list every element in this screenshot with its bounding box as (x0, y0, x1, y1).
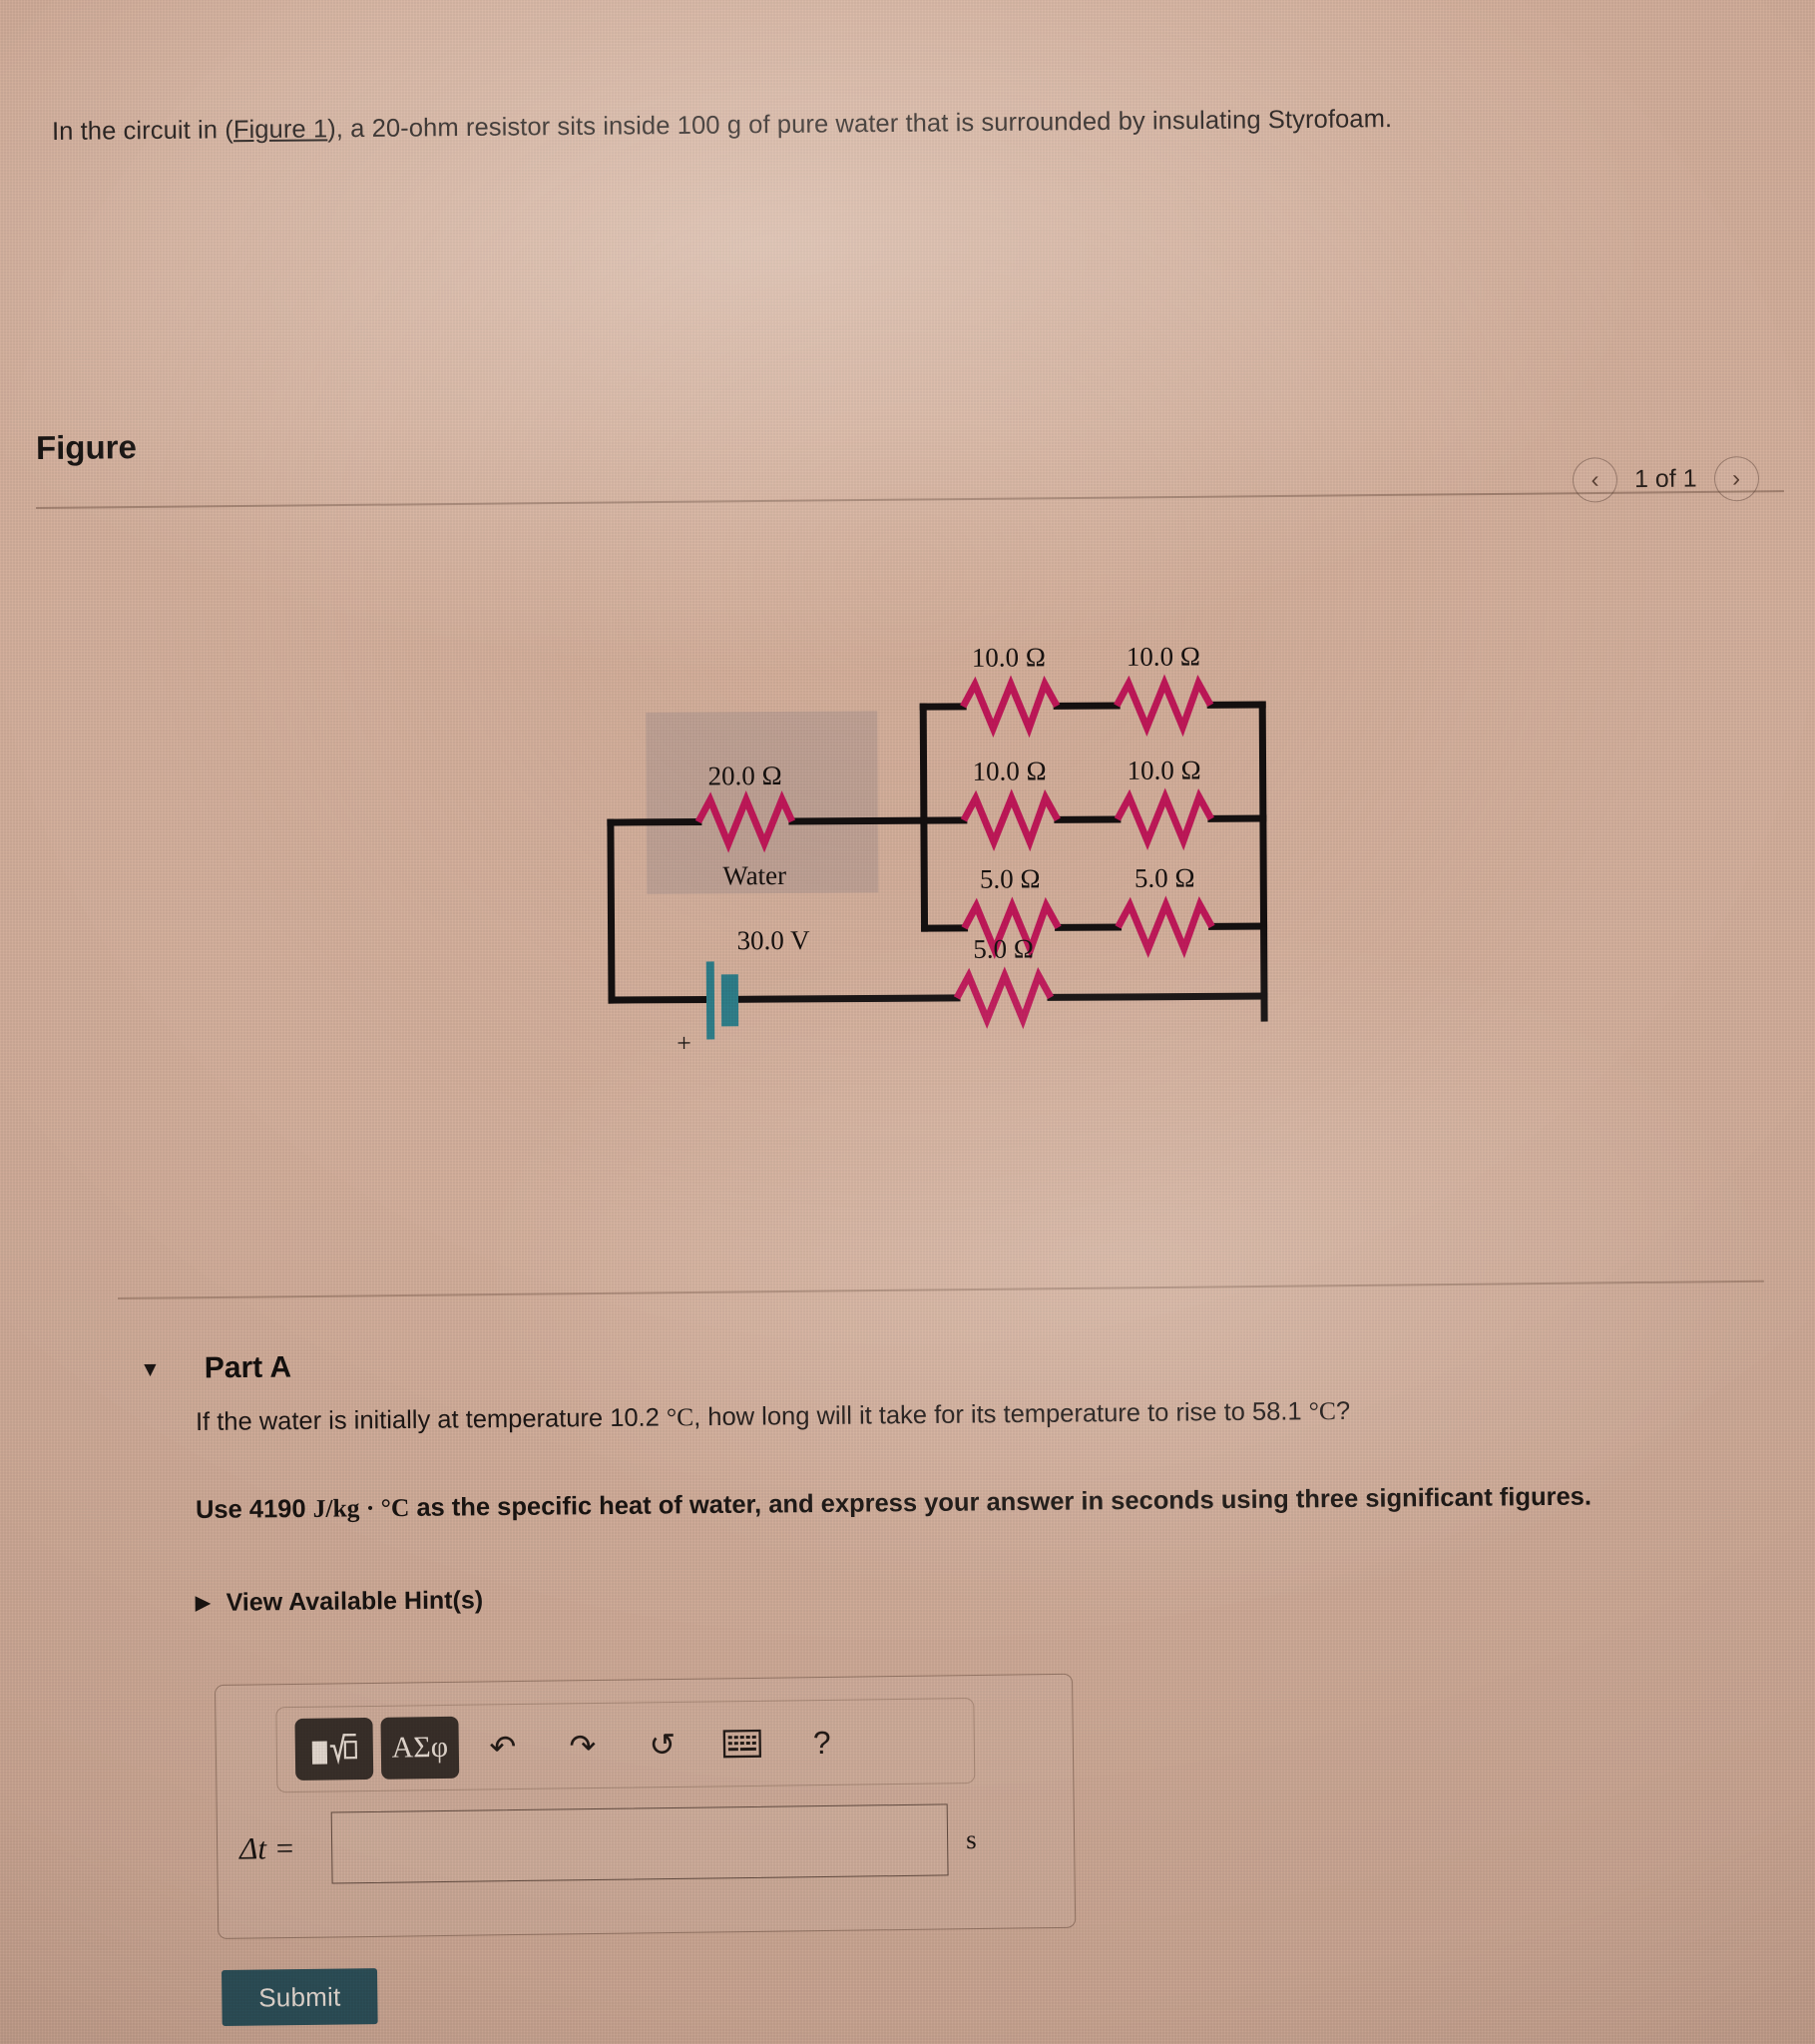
chevron-right-icon[interactable]: › (1713, 456, 1760, 502)
hints-expand-caret[interactable]: ▶ (196, 1593, 211, 1614)
label-water: Water (722, 860, 786, 890)
label-heater-resistor: 20.0 Ω (707, 761, 781, 790)
circuit-diagram: + 30.0 V 20.0 Ω Water 10.0 Ω 10.0 Ω 10.0… (558, 597, 1339, 1081)
figure-section-title: Figure (35, 428, 137, 466)
battery-symbol (705, 961, 739, 1040)
keyboard-icon[interactable] (705, 1713, 778, 1776)
problem-text-before: In the circuit in ( (51, 116, 234, 146)
part-a-header[interactable]: ▼ Part A (140, 1351, 291, 1386)
label-middle-right-resistor: 10.0 Ω (1127, 755, 1200, 784)
instruction-segment-1: Use 4190 (195, 1494, 313, 1524)
answer-unit-label: s (965, 1823, 977, 1854)
part-a-instruction: Use 4190 J/kg · °C as the specific heat … (196, 1478, 1662, 1528)
submit-button[interactable]: Submit (222, 1968, 378, 2026)
figure-divider-top (35, 490, 1784, 509)
problem-text-after: ), a 20-ohm resistor sits inside 100 g o… (327, 105, 1393, 144)
chevron-left-icon[interactable]: ‹ (1573, 457, 1618, 503)
question-segment-2: , how long will it take for its temperat… (693, 1397, 1309, 1432)
question-mark-icon[interactable]: ? (785, 1712, 858, 1775)
figure-divider-bottom (117, 1279, 1764, 1299)
question-degree-2: °C (1308, 1396, 1337, 1426)
part-a-question: If the water is initially at temperature… (196, 1396, 1350, 1437)
label-bottom-resistor: 5.0 Ω (973, 933, 1034, 963)
view-hints-toggle[interactable]: ▶ View Available Hint(s) (196, 1586, 483, 1618)
question-segment-1: If the water is initially at temperature… (195, 1403, 668, 1436)
worksheet-page: In the circuit in (Figure 1), a 20-ohm r… (0, 0, 1815, 2044)
part-a-collapse-caret[interactable]: ▼ (140, 1357, 161, 1380)
question-degree-1: °C (666, 1402, 694, 1432)
undo-arrow-icon[interactable]: ↶ (466, 1716, 539, 1779)
label-top-left-resistor: 10.0 Ω (972, 642, 1046, 672)
answer-input-row: Δt = s (239, 1802, 1039, 1884)
instruction-segment-2: as the specific heat of water, and expre… (409, 1482, 1592, 1522)
figure-pager: ‹ 1 of 1 › (1573, 456, 1760, 503)
figure-page-count: 1 of 1 (1634, 464, 1698, 494)
answer-variable-label: Δt = (238, 1829, 295, 1866)
label-top-right-resistor: 10.0 Ω (1127, 641, 1200, 671)
instruction-units: J/kg · °C (312, 1492, 410, 1523)
answer-toolbar: ΑΣφ ↶ ↷ ↺ ? (275, 1698, 976, 1793)
battery-voltage-label: 30.0 V (737, 925, 811, 955)
label-middle-left-resistor: 10.0 Ω (972, 756, 1046, 785)
answer-input[interactable] (330, 1803, 949, 1884)
math-template-button[interactable] (294, 1717, 374, 1781)
hints-label: View Available Hint(s) (226, 1586, 484, 1617)
label-lower-left-resistor: 5.0 Ω (980, 863, 1041, 893)
redo-arrow-icon[interactable]: ↷ (546, 1715, 619, 1778)
problem-statement: In the circuit in (Figure 1), a 20-ohm r… (52, 102, 1748, 147)
answer-panel: ΑΣφ ↶ ↷ ↺ ? Δt = s (215, 1673, 1077, 1939)
part-a-title: Part A (204, 1350, 292, 1385)
label-lower-right-resistor: 5.0 Ω (1134, 862, 1195, 892)
figure-1-link[interactable]: Figure 1 (233, 115, 328, 144)
battery-polarity-label: + (677, 1029, 691, 1058)
greek-symbols-button[interactable]: ΑΣφ (380, 1716, 460, 1780)
reset-circle-icon[interactable]: ↺ (626, 1714, 698, 1777)
question-segment-3: ? (1335, 1396, 1351, 1426)
